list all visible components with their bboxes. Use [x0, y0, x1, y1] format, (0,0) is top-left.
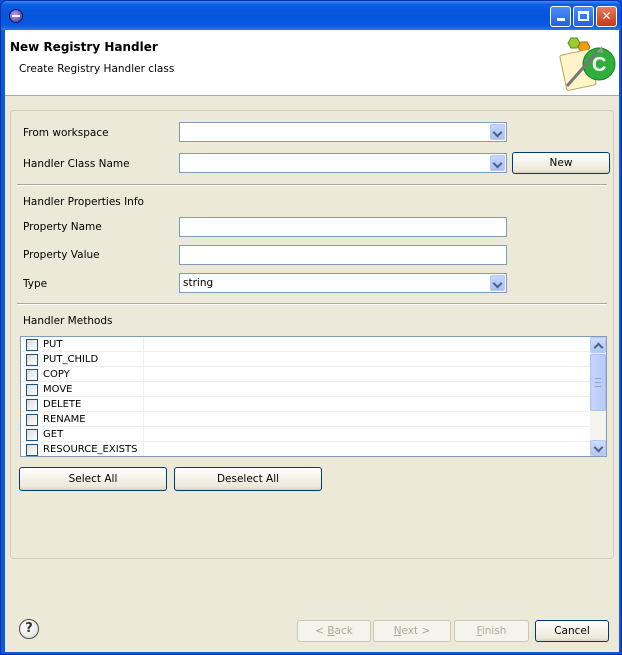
- finish-rest: inish: [481, 625, 507, 637]
- dialog-content: New Registry Handler Create Registry Han…: [5, 30, 619, 652]
- scroll-down-icon[interactable]: [590, 440, 606, 456]
- type-label: Type: [23, 278, 48, 290]
- checkbox[interactable]: [26, 339, 38, 351]
- method-label: PUT_CHILD: [43, 354, 99, 365]
- checkbox[interactable]: [26, 399, 38, 411]
- chevron-down-icon[interactable]: [490, 275, 505, 291]
- handler-methods-list[interactable]: PUT PUT_CHILD COPY MOVE DELETE RENAME GE…: [20, 336, 607, 457]
- select-all-button[interactable]: Select All: [19, 467, 167, 491]
- new-button[interactable]: New: [512, 152, 610, 174]
- chevron-down-icon[interactable]: [490, 124, 505, 140]
- list-item[interactable]: RENAME: [21, 412, 606, 427]
- property-name-input[interactable]: [179, 217, 507, 237]
- cancel-button[interactable]: Cancel: [535, 620, 609, 642]
- type-value: string: [183, 277, 214, 289]
- method-label: RENAME: [43, 414, 86, 425]
- handler-class-name-combo[interactable]: [179, 153, 507, 173]
- list-item[interactable]: RESOURCE_EXISTS: [21, 442, 606, 456]
- close-icon: ✕: [601, 9, 612, 23]
- list-item[interactable]: COPY: [21, 367, 606, 382]
- divider: [17, 184, 607, 186]
- help-icon[interactable]: ?: [19, 619, 39, 639]
- next-rest: ext >: [401, 625, 431, 637]
- eclipse-icon: [9, 9, 23, 23]
- method-label: GET: [43, 429, 64, 440]
- close-button[interactable]: ✕: [596, 6, 617, 27]
- vertical-scrollbar[interactable]: [590, 337, 606, 456]
- dialog-window: ✕ New Registry Handler Create Registry H…: [0, 0, 622, 655]
- type-combo[interactable]: string: [179, 273, 507, 293]
- checkbox[interactable]: [26, 444, 38, 456]
- property-value-input[interactable]: [179, 245, 507, 265]
- wizard-banner: New Registry Handler Create Registry Han…: [5, 30, 619, 96]
- page-description: Create Registry Handler class: [19, 63, 175, 75]
- list-item[interactable]: GET: [21, 427, 606, 442]
- deselect-all-button[interactable]: Deselect All: [174, 467, 322, 491]
- checkbox[interactable]: [26, 354, 38, 366]
- list-item[interactable]: PUT_CHILD: [21, 352, 606, 367]
- back-button[interactable]: < Back: [297, 620, 371, 642]
- wizard-logo-icon: C: [559, 37, 616, 91]
- method-label: RESOURCE_EXISTS: [43, 444, 138, 455]
- minimize-icon: [556, 18, 565, 21]
- handler-methods-heading: Handler Methods: [23, 315, 113, 327]
- scroll-up-icon[interactable]: [590, 337, 606, 353]
- page-title: New Registry Handler: [10, 40, 158, 54]
- list-item[interactable]: DELETE: [21, 397, 606, 412]
- minimize-button[interactable]: [550, 6, 571, 27]
- maximize-button[interactable]: [573, 6, 594, 27]
- checkbox[interactable]: [26, 369, 38, 381]
- divider: [17, 303, 607, 305]
- handler-properties-heading: Handler Properties Info: [23, 196, 144, 208]
- maximize-icon: [578, 11, 589, 21]
- method-label: PUT: [43, 339, 63, 350]
- checkbox[interactable]: [26, 384, 38, 396]
- handler-class-name-label: Handler Class Name: [23, 158, 130, 170]
- finish-button[interactable]: Finish: [454, 620, 529, 642]
- back-rest: ack: [334, 625, 353, 637]
- list-item[interactable]: PUT: [21, 337, 606, 352]
- chevron-down-icon[interactable]: [490, 155, 505, 171]
- from-workspace-combo[interactable]: [179, 122, 507, 142]
- list-item[interactable]: MOVE: [21, 382, 606, 397]
- back-mnemonic: B: [327, 625, 335, 637]
- title-bar[interactable]: ✕: [1, 1, 621, 30]
- property-value-label: Property Value: [23, 249, 100, 261]
- next-button[interactable]: Next >: [373, 620, 451, 642]
- checkbox[interactable]: [26, 429, 38, 441]
- method-label: DELETE: [43, 399, 82, 410]
- from-workspace-label: From workspace: [23, 127, 109, 139]
- checkbox[interactable]: [26, 414, 38, 426]
- back-prefix: <: [315, 625, 328, 637]
- property-name-label: Property Name: [23, 221, 102, 233]
- scroll-thumb[interactable]: [590, 354, 606, 411]
- method-label: COPY: [43, 369, 70, 380]
- method-label: MOVE: [43, 384, 73, 395]
- form-panel: From workspace Handler Class Name New Ha…: [10, 110, 614, 559]
- next-mnemonic: N: [393, 625, 402, 637]
